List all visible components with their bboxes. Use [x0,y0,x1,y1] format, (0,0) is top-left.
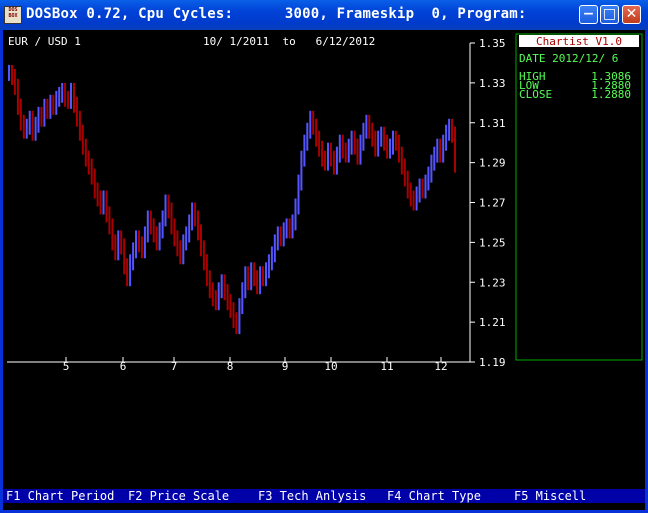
x-tick-label: 10 [324,360,337,373]
dos-screen[interactable]: 1.35 1.33 1.31 1.29 1.27 1.25 1.23 1.21 1.19 5 6 7… [3,30,645,510]
x-tick-label: 12 [434,360,447,373]
window-title: DOSBox 0.72, Cpu Cycles: 3000, Frameskip… [26,6,613,22]
close-button[interactable]: ✕ [622,5,641,24]
f2-price-scale[interactable]: F2 Price Scale [128,489,229,503]
close-label: CLOSE [519,88,552,101]
x-tick-label: 8 [227,360,234,373]
y-tick-label: 1.25 [479,236,506,249]
y-tick-label: 1.21 [479,316,506,329]
date-range-label: 10/ 1/2011 to 6/12/2012 [203,35,375,48]
instrument-label: EUR / USD 1 [8,35,81,48]
x-tick-label: 11 [380,360,393,373]
y-tick-label: 1.19 [479,356,506,369]
f4-chart-type[interactable]: F4 Chart Type [387,489,481,503]
f5-miscell[interactable]: F5 Miscell [514,489,586,503]
x-tick-label: 9 [282,360,289,373]
x-tick-label: 5 [63,360,70,373]
function-key-bar: F1 Chart Period F2 Price Scale F3 Tech A… [3,489,645,503]
title-bar[interactable]: DOS BOX DOSBox 0.72, Cpu Cycles: 3000, F… [0,0,648,30]
minimize-icon: − [582,6,595,22]
y-tick-label: 1.35 [479,37,506,50]
close-icon: ✕ [625,6,638,22]
f1-chart-period[interactable]: F1 Chart Period [6,489,114,503]
panel-title: Chartist V1.0 [536,35,622,48]
panel-date: DATE 2012/12/ 6 [519,52,618,65]
y-tick-label: 1.29 [479,157,506,170]
dosbox-window: DOS BOX DOSBox 0.72, Cpu Cycles: 3000, F… [0,0,648,513]
y-tick-label: 1.27 [479,197,506,210]
minimize-button[interactable]: − [579,5,598,24]
price-chart: 1.35 1.33 1.31 1.29 1.27 1.25 1.23 1.21 1.19 5 6 7… [7,33,643,373]
close-value: 1.2880 [591,88,631,101]
y-tick-label: 1.23 [479,276,506,289]
x-tick-label: 7 [171,360,178,373]
dosbox-app-icon[interactable]: DOS BOX [4,6,22,24]
maximize-icon: □ [602,6,617,22]
y-tick-label: 1.31 [479,117,506,130]
x-tick-label: 6 [120,360,127,373]
f3-tech-analysis[interactable]: F3 Tech Anlysis [258,489,366,503]
y-tick-label: 1.33 [479,77,506,90]
maximize-button[interactable]: □ [600,5,619,24]
